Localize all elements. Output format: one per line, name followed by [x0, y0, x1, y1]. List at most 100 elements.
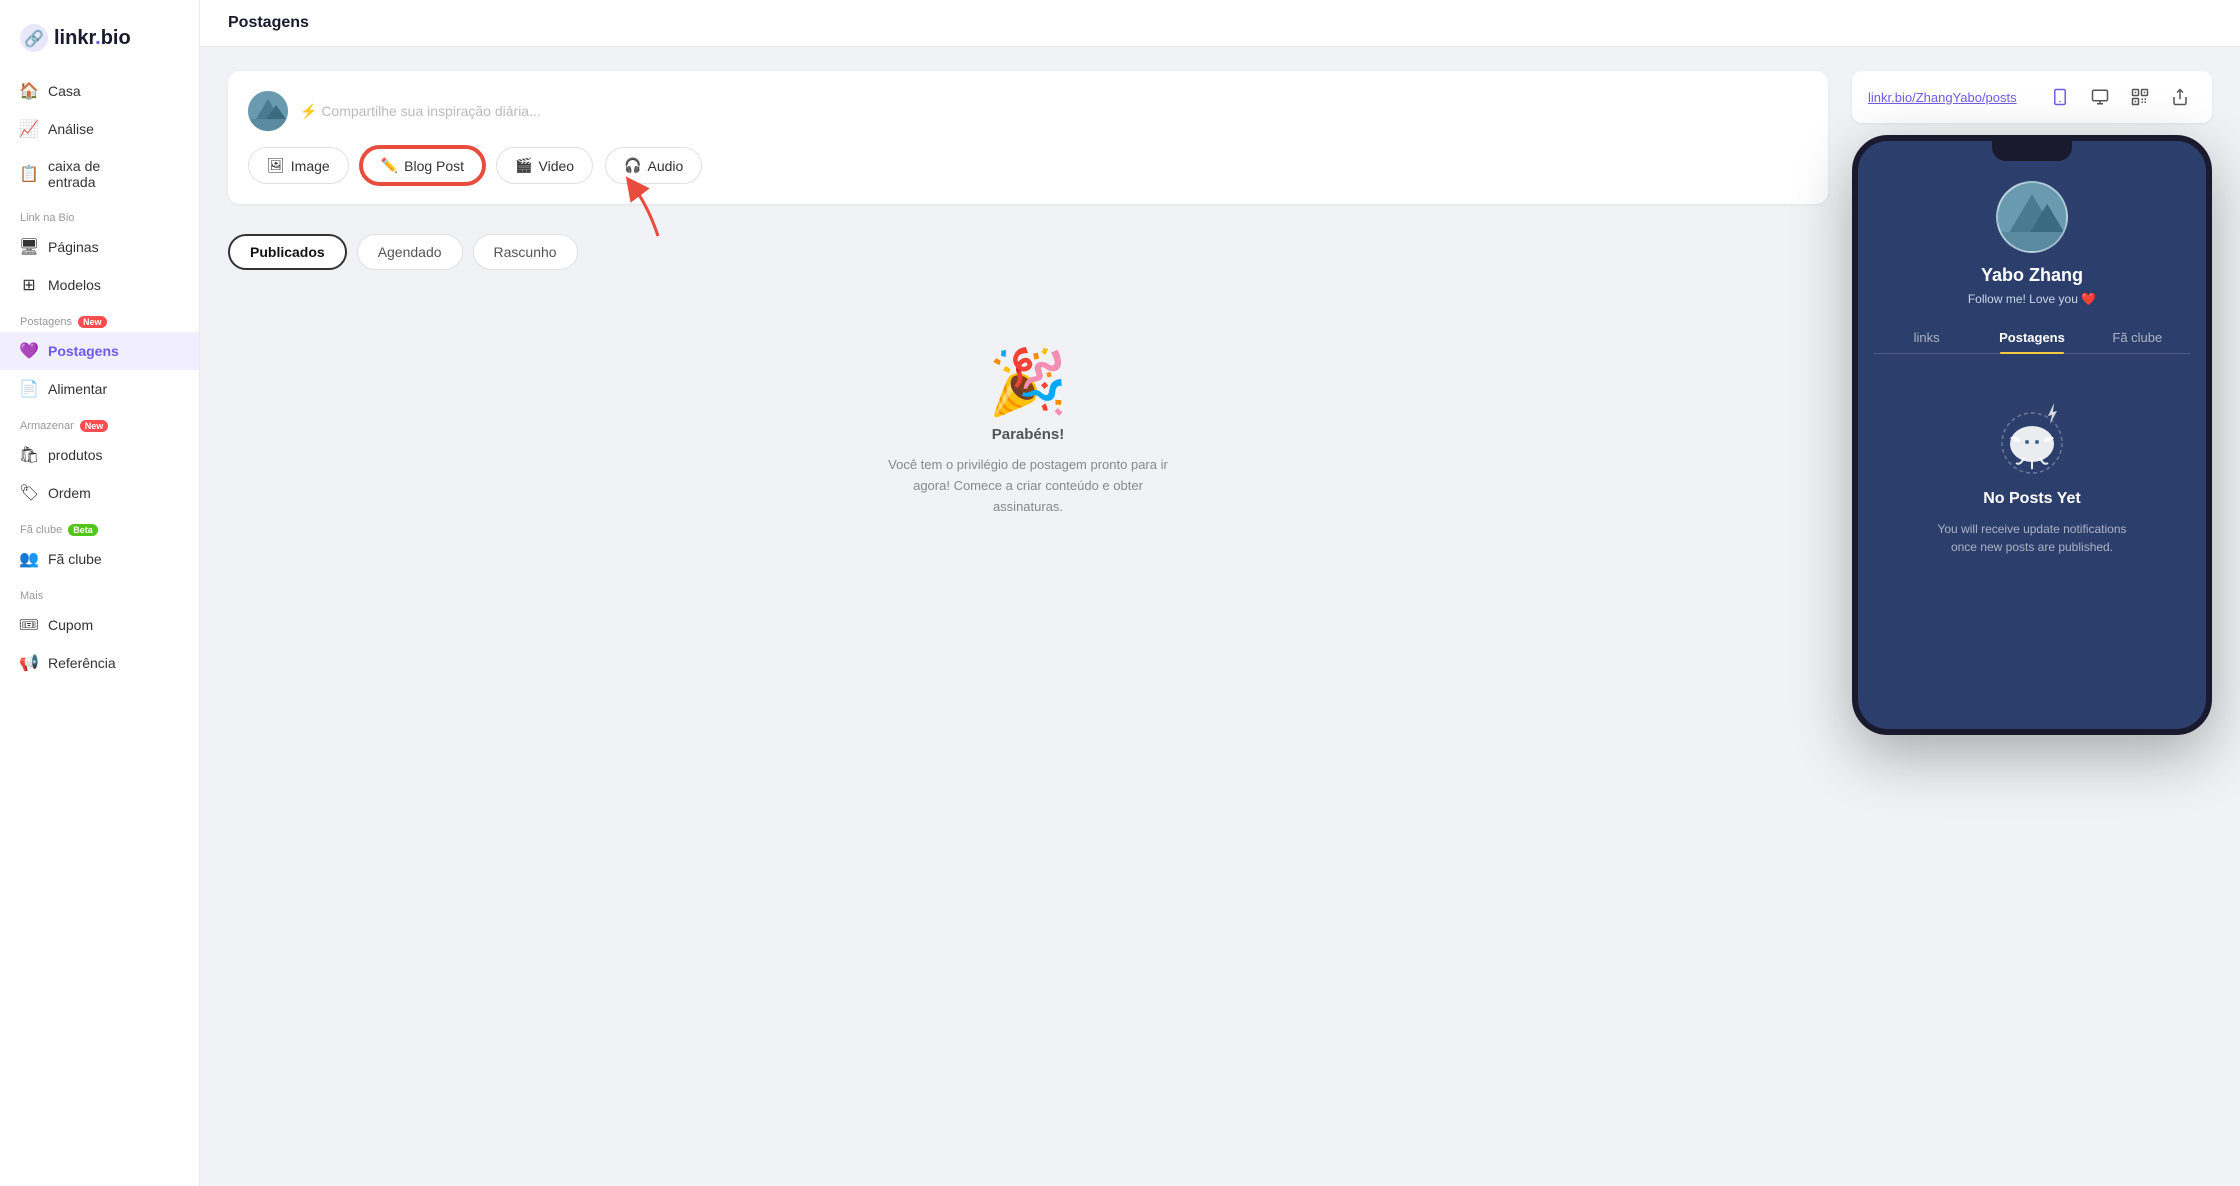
- mobile-preview-button[interactable]: [2044, 81, 2076, 113]
- new-badge-store: New: [80, 420, 109, 432]
- post-type-video[interactable]: 🎬 Video: [496, 147, 593, 184]
- post-type-audio[interactable]: 🎧 Audio: [605, 147, 702, 184]
- mobile-icon: [2051, 88, 2069, 106]
- sidebar-item-label: Fã clube: [48, 551, 102, 567]
- sidebar-item-modelos[interactable]: ⊞ Modelos: [0, 266, 199, 304]
- sidebar-item-paginas[interactable]: 🖥 Páginas: [0, 228, 199, 266]
- analytics-icon: 📈: [20, 120, 38, 138]
- phone-avatar: [1996, 181, 2068, 253]
- section-fa-clube: Fã clube Beta: [0, 512, 199, 540]
- section-mais: Mais: [0, 578, 199, 606]
- post-input-row: ⚡ Compartilhe sua inspiração diária...: [248, 91, 1808, 131]
- fan-club-icon: 👥: [20, 550, 38, 568]
- phone-tab-links[interactable]: links: [1874, 322, 1979, 353]
- audio-icon: 🎧: [624, 157, 641, 174]
- sidebar-item-label: Postagens: [48, 343, 119, 359]
- phone-content: Yabo Zhang Follow me! Love you ❤️ links …: [1858, 161, 2206, 729]
- sidebar-item-ordem[interactable]: 🏷 Ordem: [0, 474, 199, 512]
- sidebar-item-label: Modelos: [48, 277, 101, 293]
- new-badge: New: [78, 316, 107, 328]
- desktop-preview-button[interactable]: [2084, 81, 2116, 113]
- empty-description: Você tem o privilégio de postagem pronto…: [888, 455, 1168, 517]
- phone-tabs: links Postagens Fã clube: [1874, 322, 2190, 354]
- sidebar-item-analise[interactable]: 📈 Análise: [0, 110, 199, 148]
- right-panel: linkr.bio/ZhangYabo/posts: [1852, 71, 2212, 1162]
- feed-icon: 📄: [20, 380, 38, 398]
- logo-text: linkr.bio: [54, 27, 131, 50]
- main-content: Postagens ⚡ Compartilhe sua i: [200, 0, 2240, 1186]
- image-icon: 🖼: [267, 157, 285, 174]
- page-title: Postagens: [228, 14, 309, 31]
- sidebar-item-casa[interactable]: 🏠 Casa: [0, 72, 199, 110]
- topbar: Postagens: [200, 0, 2240, 47]
- preview-bar: linkr.bio/ZhangYabo/posts: [1852, 71, 2212, 123]
- sidebar-item-fa-clube[interactable]: 👥 Fã clube: [0, 540, 199, 578]
- empty-title: Parabéns!: [992, 426, 1065, 443]
- tab-rascunho[interactable]: Rascunho: [473, 234, 578, 270]
- preview-url[interactable]: linkr.bio/ZhangYabo/posts: [1868, 90, 2032, 105]
- phone-tab-fa-clube[interactable]: Fã clube: [2085, 322, 2190, 353]
- logo: 🔗 linkr.bio: [0, 16, 199, 72]
- sidebar-item-label: Análise: [48, 121, 94, 137]
- home-icon: 🏠: [20, 82, 38, 100]
- order-icon: 🏷: [20, 484, 38, 502]
- qr-code-icon: [2131, 88, 2149, 106]
- sidebar-item-label: Alimentar: [48, 381, 107, 397]
- post-type-image[interactable]: 🖼 Image: [248, 147, 349, 184]
- party-emoji: 🎉: [988, 350, 1068, 414]
- empty-state: 🎉 Parabéns! Você tem o privilégio de pos…: [228, 290, 1828, 577]
- sidebar-item-cupom[interactable]: 🎟 Cupom: [0, 606, 199, 644]
- logo-icon: 🔗: [20, 24, 48, 52]
- phone-mockup: Yabo Zhang Follow me! Love you ❤️ links …: [1852, 135, 2212, 735]
- section-armazenar: Armazenar New: [0, 408, 199, 436]
- inbox-icon: 📋: [20, 165, 38, 183]
- desktop-icon: [2091, 88, 2109, 106]
- coupon-icon: 🎟: [20, 616, 38, 634]
- tab-publicados[interactable]: Publicados: [228, 234, 347, 270]
- post-placeholder[interactable]: ⚡ Compartilhe sua inspiração diária...: [300, 103, 541, 120]
- sidebar-item-postagens[interactable]: 💜 Postagens: [0, 332, 199, 370]
- create-post-card: ⚡ Compartilhe sua inspiração diária... 🖼…: [228, 71, 1828, 204]
- sidebar: 🔗 linkr.bio 🏠 Casa 📈 Análise 📋 caixa dee…: [0, 0, 200, 1186]
- postagens-icon: 💜: [20, 342, 38, 360]
- post-type-buttons: 🖼 Image ✏️ Blog Post 🎬 Video 🎧 Audio: [248, 147, 1808, 184]
- no-posts-description: You will receive update notifications on…: [1932, 520, 2132, 556]
- svg-text:🔗: 🔗: [24, 29, 44, 48]
- phone-tab-postagens[interactable]: Postagens: [1979, 322, 2084, 353]
- sidebar-item-caixa[interactable]: 📋 caixa deentrada: [0, 148, 199, 200]
- qr-code-button[interactable]: [2124, 81, 2156, 113]
- tabs-row: Publicados Agendado Rascunho: [228, 234, 1828, 270]
- products-icon: 🛍: [20, 446, 38, 464]
- pages-icon: 🖥: [20, 238, 38, 256]
- sidebar-item-label: Cupom: [48, 617, 93, 633]
- phone-notch: [1992, 141, 2072, 161]
- sidebar-item-label: Referência: [48, 655, 116, 671]
- sidebar-item-produtos[interactable]: 🛍 produtos: [0, 436, 199, 474]
- sidebar-item-referencia[interactable]: 📢 Referência: [0, 644, 199, 682]
- phone-bio: Follow me! Love you ❤️: [1968, 292, 2096, 306]
- referral-icon: 📢: [20, 654, 38, 672]
- beta-badge: Beta: [68, 524, 98, 536]
- left-panel: ⚡ Compartilhe sua inspiração diária... 🖼…: [228, 71, 1828, 1162]
- tab-agendado[interactable]: Agendado: [357, 234, 463, 270]
- sidebar-item-label: produtos: [48, 447, 102, 463]
- no-posts-illustration: [1992, 398, 2072, 478]
- post-type-blog[interactable]: ✏️ Blog Post: [361, 147, 484, 184]
- no-posts-title: No Posts Yet: [1983, 490, 2081, 508]
- blog-icon: ✏️: [381, 157, 398, 174]
- preview-icons: [2044, 81, 2196, 113]
- share-icon: [2171, 88, 2189, 106]
- sidebar-item-alimentar[interactable]: 📄 Alimentar: [0, 370, 199, 408]
- avatar: [248, 91, 288, 131]
- section-postagens: Postagens New: [0, 304, 199, 332]
- phone-no-posts: No Posts Yet You will receive update not…: [1912, 378, 2152, 576]
- sidebar-item-label: Páginas: [48, 239, 99, 255]
- sidebar-item-label: Ordem: [48, 485, 91, 501]
- phone-username: Yabo Zhang: [1981, 265, 2083, 286]
- section-link-na-bio: Link na Bio: [0, 200, 199, 228]
- video-icon: 🎬: [515, 157, 532, 174]
- content-area: ⚡ Compartilhe sua inspiração diária... 🖼…: [200, 47, 2240, 1186]
- templates-icon: ⊞: [20, 276, 38, 294]
- sidebar-item-label: caixa deentrada: [48, 158, 100, 190]
- share-button[interactable]: [2164, 81, 2196, 113]
